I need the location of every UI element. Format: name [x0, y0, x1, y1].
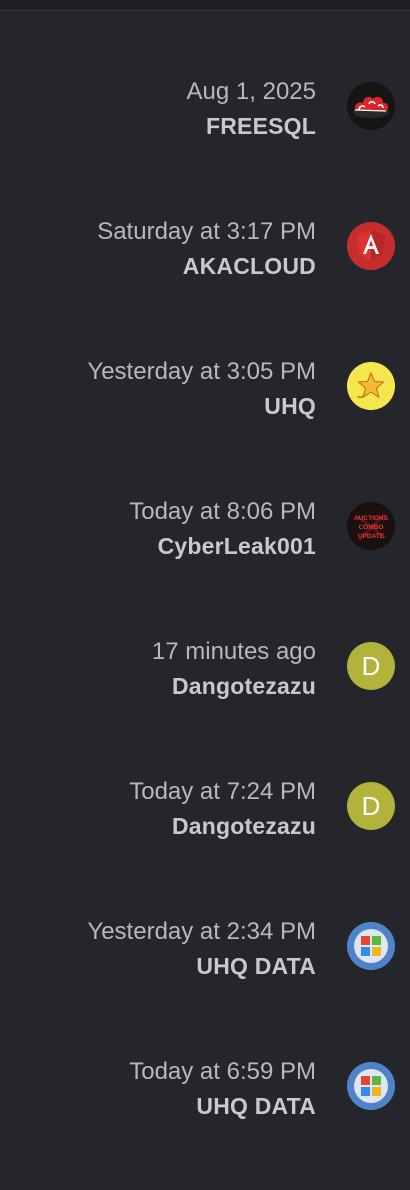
- angular-logo-avatar-icon[interactable]: [347, 222, 395, 270]
- post-username[interactable]: Dangotezazu: [152, 668, 316, 704]
- post-username[interactable]: CyberLeak001: [129, 528, 316, 564]
- auctions-avatar-icon[interactable]: AUCTIONS COMBO UPDATE: [347, 502, 395, 550]
- post-username[interactable]: FREESQL: [187, 108, 316, 144]
- letter-avatar-icon[interactable]: D: [347, 642, 395, 690]
- post-meta: Today at 6:59 PM UHQ DATA: [129, 1056, 316, 1124]
- latest-posts-list: Aug 1, 2025 FREESQL Saturday at 3:17 PM …: [0, 70, 410, 1190]
- post-meta: Today at 7:24 PM Dangotezazu: [129, 776, 316, 844]
- avatar-letter: D: [361, 650, 381, 681]
- post-time[interactable]: Yesterday at 3:05 PM: [87, 356, 316, 388]
- letter-avatar-icon[interactable]: D: [347, 782, 395, 830]
- avatar-text-line-2: COMBO: [359, 524, 384, 531]
- list-item[interactable]: Aug 1, 2025 FREESQL: [0, 70, 410, 210]
- post-time[interactable]: Aug 1, 2025: [187, 76, 316, 108]
- windows-logo-avatar-icon[interactable]: [347, 1062, 395, 1110]
- post-time[interactable]: Today at 8:06 PM: [129, 496, 316, 528]
- list-item[interactable]: Today at 6:59 PM UHQ DATA: [0, 1050, 410, 1190]
- avatar-text-line-3: UPDATE: [358, 533, 385, 540]
- windows-logo-avatar-icon[interactable]: [347, 922, 395, 970]
- post-username[interactable]: Dangotezazu: [129, 808, 316, 844]
- post-username[interactable]: UHQ DATA: [129, 1088, 316, 1124]
- post-username[interactable]: UHQ DATA: [87, 948, 316, 984]
- list-item[interactable]: Yesterday at 2:34 PM UHQ DATA: [0, 910, 410, 1050]
- list-item[interactable]: Today at 7:24 PM Dangotezazu D: [0, 770, 410, 910]
- post-username[interactable]: AKACLOUD: [97, 248, 316, 284]
- post-time[interactable]: 17 minutes ago: [152, 636, 316, 668]
- post-meta: Saturday at 3:17 PM AKACLOUD: [97, 216, 316, 284]
- post-meta: Yesterday at 2:34 PM UHQ DATA: [87, 916, 316, 984]
- post-meta: Today at 8:06 PM CyberLeak001: [129, 496, 316, 564]
- top-divider: [0, 0, 410, 11]
- star-avatar-icon[interactable]: [347, 362, 395, 410]
- list-item[interactable]: Today at 8:06 PM CyberLeak001 AUCTIONS C…: [0, 490, 410, 630]
- post-time[interactable]: Today at 7:24 PM: [129, 776, 316, 808]
- cloud-avatar-icon[interactable]: [347, 82, 395, 130]
- list-item[interactable]: Saturday at 3:17 PM AKACLOUD: [0, 210, 410, 350]
- list-item[interactable]: Yesterday at 3:05 PM UHQ: [0, 350, 410, 490]
- post-meta: Yesterday at 3:05 PM UHQ: [87, 356, 316, 424]
- post-meta: 17 minutes ago Dangotezazu: [152, 636, 316, 704]
- post-time[interactable]: Saturday at 3:17 PM: [97, 216, 316, 248]
- post-username[interactable]: UHQ: [87, 388, 316, 424]
- avatar-letter: D: [361, 790, 381, 821]
- list-item[interactable]: 17 minutes ago Dangotezazu D: [0, 630, 410, 770]
- avatar-text-line-1: AUCTIONS: [354, 515, 389, 522]
- post-meta: Aug 1, 2025 FREESQL: [187, 76, 316, 144]
- post-time[interactable]: Yesterday at 2:34 PM: [87, 916, 316, 948]
- post-time[interactable]: Today at 6:59 PM: [129, 1056, 316, 1088]
